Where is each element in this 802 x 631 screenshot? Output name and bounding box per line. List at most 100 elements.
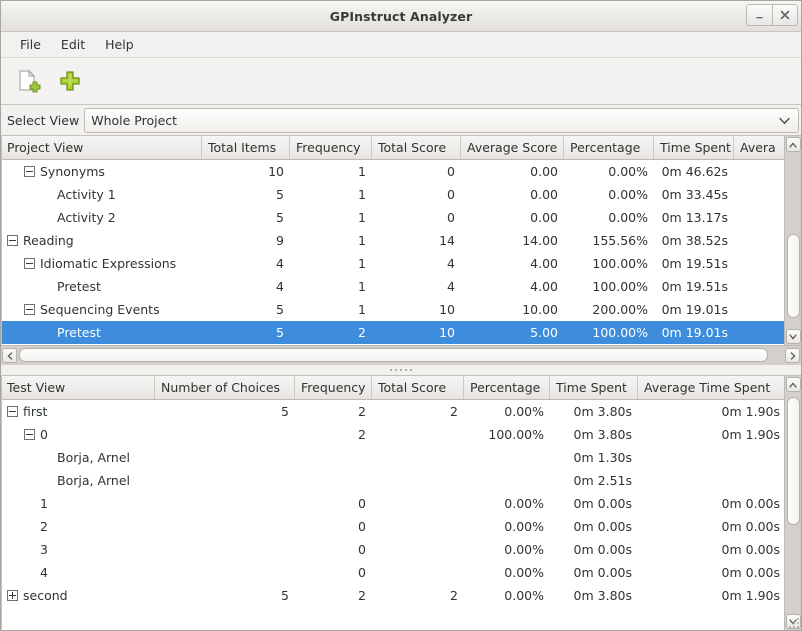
menu-item-file[interactable]: File <box>10 35 51 54</box>
table-row[interactable]: 2 0 0.00% 0m 0.00s 0m 0.00s <box>2 515 784 538</box>
table-cell: 0.00 <box>530 187 558 202</box>
scroll-thumb-horizontal[interactable] <box>19 348 768 362</box>
tree-node-label: 2 <box>40 519 48 534</box>
add-icon <box>60 71 80 91</box>
scroll-up-arrow-icon[interactable] <box>785 377 801 392</box>
close-button[interactable] <box>772 4 798 26</box>
table-cell: 0m 0.00s <box>721 565 780 580</box>
tree-node-label: Borja, Arnel <box>57 450 130 465</box>
expand-icon[interactable] <box>7 590 18 601</box>
collapse-icon[interactable] <box>7 235 18 246</box>
tree-node-label: Activity 1 <box>57 187 116 202</box>
table-cell: 1 <box>358 164 366 179</box>
tree-node-cell: Sequencing Events <box>2 302 202 317</box>
scroll-left-arrow-icon[interactable] <box>2 348 17 363</box>
test-view-vertical-scrollbar[interactable] <box>784 376 801 630</box>
project-view-column-header[interactable]: Project View <box>2 136 202 159</box>
table-cell: 10 <box>439 302 455 317</box>
select-view-row: Select View Whole Project <box>1 105 801 135</box>
table-cell: 2 <box>450 404 458 419</box>
table-cell: 10.00 <box>522 302 558 317</box>
test-view-column-header[interactable]: Time Spent <box>550 376 638 399</box>
table-cell: 0m 0.00s <box>573 542 632 557</box>
table-cell: 4.00 <box>530 279 558 294</box>
table-row[interactable]: Borja, Arnel 0m 1.30s <box>2 446 784 469</box>
table-row[interactable]: second 5 2 2 0.00% 0m 3.80s 0m 1.90s <box>2 584 784 607</box>
table-row[interactable]: Reading 9 1 14 14.00 155.56% 0m 38.52s <box>2 229 784 252</box>
scroll-right-arrow-icon[interactable] <box>785 348 800 363</box>
table-row[interactable]: Synonyms 10 1 0 0.00 0.00% 0m 46.62s <box>2 160 784 183</box>
test-view-column-header[interactable]: Total Score <box>372 376 464 399</box>
scroll-track[interactable] <box>785 393 802 613</box>
table-row[interactable]: Pretest 4 1 4 4.00 100.00% 0m 19.51s <box>2 275 784 298</box>
select-view-combobox[interactable]: Whole Project <box>84 107 799 133</box>
scroll-track[interactable] <box>785 153 802 328</box>
project-view-column-header[interactable]: Total Score <box>372 136 461 159</box>
table-row[interactable]: 1 0 0.00% 0m 0.00s 0m 0.00s <box>2 492 784 515</box>
table-cell: 5 <box>276 325 284 340</box>
table-cell: 0m 1.90s <box>721 427 780 442</box>
table-cell: 0.00 <box>530 210 558 225</box>
table-row[interactable]: 4 0 0.00% 0m 0.00s 0m 0.00s <box>2 561 784 584</box>
project-view-column-header[interactable]: Percentage <box>564 136 654 159</box>
table-row[interactable]: Pretest 5 2 10 5.00 100.00% 0m 19.01s <box>2 321 784 344</box>
project-view-column-header[interactable]: Avera <box>734 136 784 159</box>
table-row[interactable]: 3 0 0.00% 0m 0.00s 0m 0.00s <box>2 538 784 561</box>
add-button[interactable] <box>53 64 87 98</box>
test-view-column-header[interactable]: Frequency <box>295 376 372 399</box>
table-row[interactable]: Borja, Arnel 0m 2.51s <box>2 469 784 492</box>
window-resize-grip[interactable] <box>786 615 800 629</box>
table-row[interactable]: first 5 2 2 0.00% 0m 3.80s 0m 1.90s <box>2 400 784 423</box>
scroll-track-horizontal[interactable] <box>19 347 783 364</box>
table-row[interactable]: Activity 1 5 1 0 0.00 0.00% 0m 33.45s <box>2 183 784 206</box>
table-cell: 2 <box>358 404 366 419</box>
test-view-column-header[interactable]: Number of Choices <box>155 376 295 399</box>
test-view-column-header[interactable]: Test View <box>2 376 155 399</box>
new-project-button[interactable] <box>11 64 45 98</box>
table-cell: 0.00% <box>504 542 544 557</box>
pane-splitter[interactable] <box>1 365 801 375</box>
project-view-column-header[interactable]: Time Spent <box>654 136 734 159</box>
tree-node-label: Borja, Arnel <box>57 473 130 488</box>
collapse-icon[interactable] <box>24 304 35 315</box>
tree-node-label: 4 <box>40 565 48 580</box>
menu-item-help[interactable]: Help <box>95 35 144 54</box>
table-row[interactable]: Activity 2 5 1 0 0.00 0.00% 0m 13.17s <box>2 206 784 229</box>
tree-node-label: 3 <box>40 542 48 557</box>
menu-item-edit[interactable]: Edit <box>51 35 95 54</box>
close-icon <box>780 10 790 20</box>
chevron-down-icon <box>779 113 790 128</box>
table-row[interactable]: 0 2 100.00% 0m 3.80s 0m 1.90s <box>2 423 784 446</box>
test-view-column-header[interactable]: Percentage <box>464 376 550 399</box>
project-view-vertical-scrollbar[interactable] <box>784 136 801 345</box>
scroll-down-arrow-icon[interactable] <box>785 329 801 344</box>
scroll-thumb[interactable] <box>786 233 800 318</box>
table-cell: 14.00 <box>522 233 558 248</box>
project-view-column-header[interactable]: Average Score <box>461 136 564 159</box>
collapse-icon[interactable] <box>7 406 18 417</box>
project-view-column-header[interactable]: Total Items <box>202 136 290 159</box>
table-cell: 0 <box>358 542 366 557</box>
test-view-column-header[interactable]: Average Time Spent <box>638 376 784 399</box>
table-cell: 2 <box>358 427 366 442</box>
table-cell: 9 <box>276 233 284 248</box>
minimize-button[interactable] <box>746 4 772 26</box>
menu-bar: File Edit Help <box>1 32 801 58</box>
collapse-icon[interactable] <box>24 166 35 177</box>
table-row[interactable]: Idiomatic Expressions 4 1 4 4.00 100.00% 0m 19… <box>2 252 784 275</box>
project-view-column-header[interactable]: Frequency <box>290 136 372 159</box>
collapse-icon[interactable] <box>24 429 35 440</box>
scroll-thumb[interactable] <box>786 397 800 525</box>
scroll-up-arrow-icon[interactable] <box>785 137 801 152</box>
project-view-horizontal-scrollbar[interactable] <box>1 345 801 365</box>
table-row[interactable]: Sequencing Events 5 1 10 10.00 200.00% 0m 19.0… <box>2 298 784 321</box>
table-cell: 0m 0.00s <box>721 496 780 511</box>
table-cell: 100.00% <box>488 427 544 442</box>
window-controls <box>746 4 798 26</box>
tree-node-label: Pretest <box>57 279 101 294</box>
collapse-icon[interactable] <box>24 258 35 269</box>
